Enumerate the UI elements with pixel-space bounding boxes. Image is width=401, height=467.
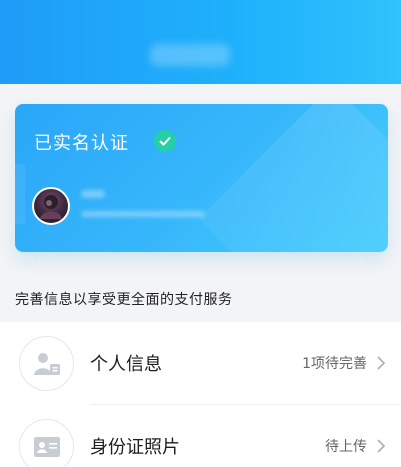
verification-card: 已实名认证 [15, 104, 388, 252]
chevron-right-icon [377, 439, 386, 453]
card-decoration [15, 164, 25, 224]
list-item-id-photo[interactable]: 身份证照片 待上传 [0, 405, 401, 467]
chevron-right-icon [377, 356, 386, 370]
header-title-redacted [150, 44, 230, 66]
avatar [32, 187, 70, 225]
top-header [0, 0, 401, 84]
card-decoration [198, 104, 388, 252]
row-label: 个人信息 [90, 354, 162, 375]
row-label: 身份证照片 [90, 437, 180, 458]
person-card-icon [19, 336, 74, 391]
list-item-personal-info[interactable]: 个人信息 1项待完善 [0, 322, 401, 405]
row-status: 待上传 [325, 439, 367, 455]
id-card-icon [19, 419, 74, 467]
section-title: 完善信息以享受更全面的支付服务 [15, 292, 233, 308]
user-name-redacted [81, 190, 105, 198]
verified-status-label: 已实名认证 [34, 133, 129, 154]
info-list: 个人信息 1项待完善 身份证照片 待上传 [0, 322, 401, 467]
row-status: 1项待完善 [302, 356, 367, 372]
account-id-redacted [81, 211, 205, 217]
check-icon [154, 130, 176, 152]
